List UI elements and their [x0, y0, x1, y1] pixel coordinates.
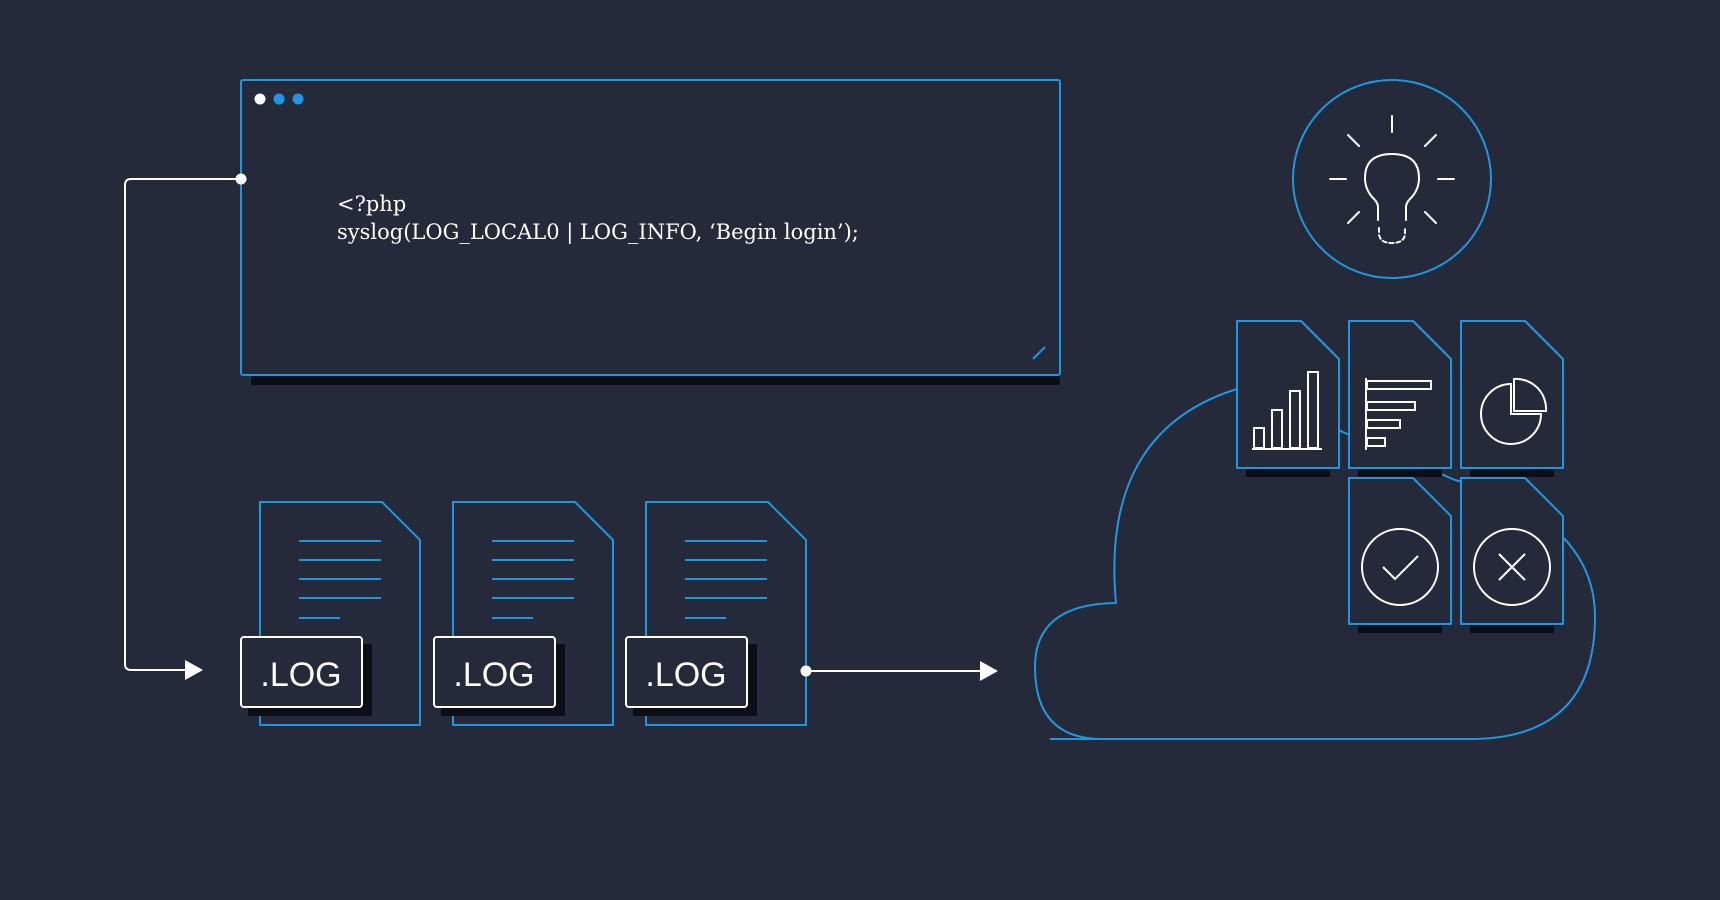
window-dot-blue-icon	[273, 93, 285, 105]
pie-chart-report-card	[1460, 320, 1564, 477]
code-line-open-tag: <?php	[337, 192, 406, 216]
connector-start-dot-icon	[800, 665, 812, 677]
card-frame	[1348, 320, 1452, 469]
log-pipeline-diagram: <?php syslog(LOG_LOCAL0 | LOG_INFO, ‘Beg…	[0, 0, 1720, 900]
failure-report-card	[1460, 477, 1564, 633]
card-frame	[1236, 320, 1340, 469]
diagram-canvas: <?php syslog(LOG_LOCAL0 | LOG_INFO, ‘Beg…	[124, 79, 1596, 741]
window-dot-blue-icon	[292, 93, 304, 105]
connector-logs-to-cloud	[800, 661, 998, 681]
connector-line	[124, 178, 241, 671]
card-frame	[1460, 477, 1564, 625]
log-tag-label: .LOG	[453, 656, 534, 694]
window-dot-white-icon	[254, 93, 266, 105]
log-file-3: .LOG	[625, 501, 807, 726]
code-window: <?php syslog(LOG_LOCAL0 | LOG_INFO, ‘Beg…	[240, 79, 1061, 385]
log-file-2: .LOG	[433, 501, 614, 726]
success-report-card	[1348, 477, 1452, 633]
code-line-syslog-call: syslog(LOG_LOCAL0 | LOG_INFO, ‘Begin log…	[337, 220, 859, 245]
badge-circle	[1292, 79, 1492, 279]
log-tag-label: .LOG	[645, 656, 726, 694]
card-frame	[1348, 477, 1452, 625]
bar-chart-report-card	[1236, 320, 1340, 477]
connector-window-to-logs	[124, 173, 247, 680]
log-file-1: .LOG	[240, 501, 421, 726]
log-tag-label: .LOG	[260, 656, 341, 694]
list-report-card	[1348, 320, 1452, 477]
arrowhead-icon	[185, 660, 203, 680]
connector-start-dot-icon	[235, 173, 247, 185]
insight-badge	[1292, 79, 1492, 279]
arrowhead-icon	[980, 661, 998, 681]
